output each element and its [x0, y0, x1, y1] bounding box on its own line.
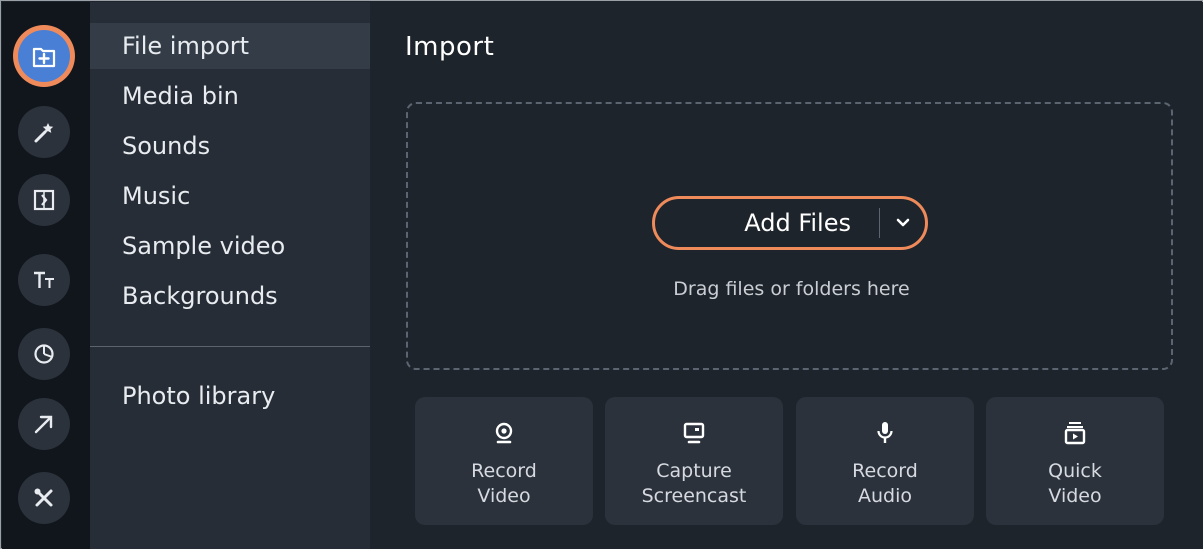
add-files-button[interactable]: Add Files — [652, 196, 928, 250]
record-video-label: Record Video — [471, 460, 537, 507]
magic-wand-icon — [34, 123, 54, 143]
capture-screencast-button[interactable]: Capture Screencast — [605, 397, 783, 525]
drop-zone[interactable]: Add Files Drag files or folders here — [406, 102, 1173, 370]
stickers-icon — [34, 344, 54, 364]
add-files-separator — [879, 208, 880, 238]
category-media-bin[interactable]: Media bin — [90, 73, 370, 119]
quick-video-button[interactable]: Quick Video — [986, 397, 1164, 525]
import-panel: Import Add Files Drag files or folders h… — [370, 2, 1203, 549]
tools-icon — [34, 488, 53, 507]
rail-import-button[interactable] — [18, 30, 70, 82]
category-sounds[interactable]: Sounds — [90, 123, 370, 169]
category-sample-video[interactable]: Sample video — [90, 223, 370, 269]
webcam-icon — [495, 422, 513, 444]
import-icon — [32, 47, 56, 68]
category-divider — [90, 346, 370, 347]
rail-transitions-button[interactable] — [18, 174, 70, 226]
capture-screencast-label: Capture Screencast — [641, 460, 747, 507]
record-audio-label: Record Audio — [852, 460, 918, 507]
rail-stickers-button[interactable] — [18, 328, 70, 380]
app-window: File import Media bin Sounds Music Sampl… — [0, 0, 1203, 549]
microphone-icon — [877, 422, 893, 443]
rail-filters-button[interactable] — [18, 106, 70, 158]
monitor-icon — [683, 422, 705, 444]
record-audio-button[interactable]: Record Audio — [796, 397, 974, 525]
panel-title: Import — [405, 32, 495, 62]
rail-tools-button[interactable] — [18, 472, 70, 524]
category-music[interactable]: Music — [90, 173, 370, 219]
record-video-button[interactable]: Record Video — [415, 397, 593, 525]
add-files-label: Add Files — [744, 209, 851, 237]
quick-video-icon — [1064, 422, 1086, 445]
transitions-icon — [33, 189, 55, 211]
quick-video-label: Quick Video — [1048, 460, 1102, 507]
category-file-import[interactable]: File import — [90, 23, 370, 69]
category-photo-library[interactable]: Photo library — [90, 373, 370, 419]
category-backgrounds[interactable]: Backgrounds — [90, 273, 370, 319]
titles-icon — [34, 271, 54, 288]
drag-hint: Drag files or folders here — [673, 278, 910, 300]
tool-rail — [2, 2, 90, 549]
rail-titles-button[interactable] — [18, 254, 70, 306]
add-files-dropdown[interactable] — [887, 207, 919, 239]
chevron-down-icon — [896, 218, 910, 227]
callouts-arrow-icon — [34, 415, 53, 434]
category-list: File import Media bin Sounds Music Sampl… — [90, 2, 370, 549]
rail-callouts-button[interactable] — [18, 398, 70, 450]
